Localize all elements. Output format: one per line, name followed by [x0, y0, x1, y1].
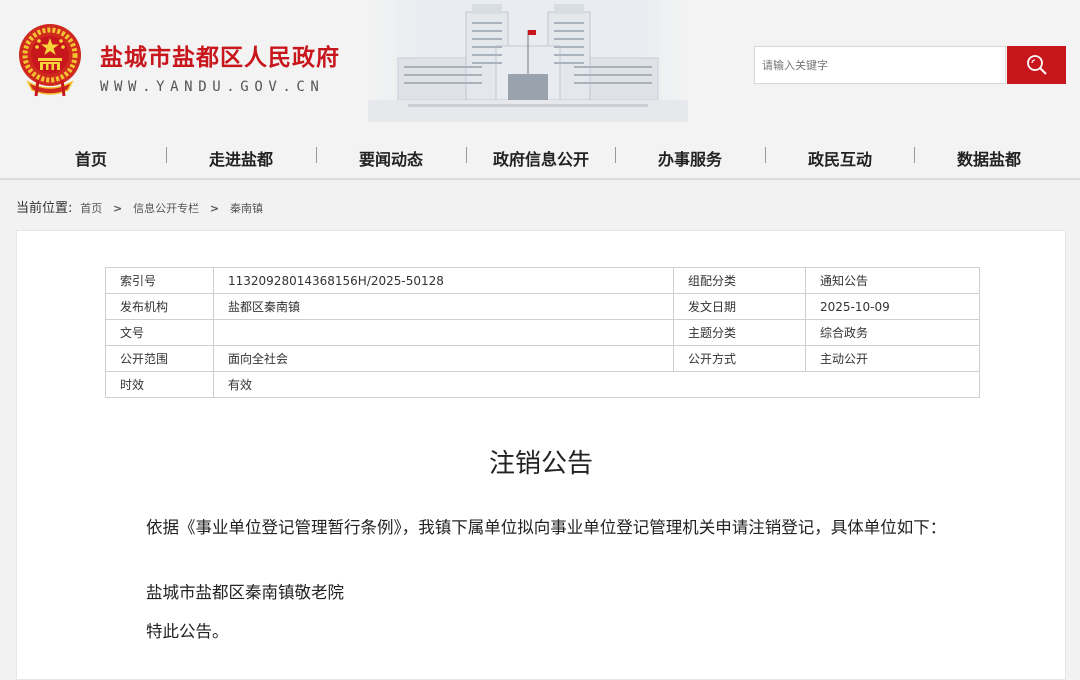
article-panel: 索引号 11320928014368156H/2025-50128 组配分类 通… [16, 230, 1066, 680]
site-name[interactable]: 盐城市盐都区人民政府 [100, 38, 340, 72]
site-domain: WWW.YANDU.GOV.CN [100, 79, 325, 95]
meta-key: 主题分类 [673, 319, 806, 346]
breadcrumb-separator: > [113, 202, 123, 215]
search-button[interactable] [1007, 46, 1066, 84]
meta-row: 时效 有效 [105, 371, 980, 398]
meta-value: 综合政务 [805, 319, 980, 346]
breadcrumb-home[interactable]: 首页 [80, 202, 102, 215]
meta-key: 公开方式 [673, 345, 806, 372]
meta-value: 通知公告 [805, 267, 980, 294]
nav-interaction[interactable]: 政民互动 [765, 146, 915, 170]
meta-row: 公开范围 面向全社会 公开方式 主动公开 [105, 345, 980, 372]
national-emblem-icon[interactable] [16, 22, 84, 98]
search-box [754, 46, 1006, 84]
meta-key: 文号 [105, 319, 214, 346]
search-input[interactable] [755, 47, 1002, 83]
government-building-image [368, 0, 688, 122]
article-paragraph: 依据《事业单位登记管理暂行条例》，我镇下属单位拟向事业单位登记管理机关申请注销登… [146, 518, 947, 537]
nav-data[interactable]: 数据盐都 [914, 146, 1064, 170]
meta-value: 11320928014368156H/2025-50128 [213, 267, 674, 294]
breadcrumb-separator: > [209, 202, 220, 215]
meta-key: 发布机构 [105, 293, 214, 320]
meta-value: 面向全社会 [213, 345, 674, 372]
search-icon [1026, 55, 1047, 75]
article-paragraph: 盐城市盐都区秦南镇敬老院 [146, 583, 344, 602]
meta-key: 公开范围 [105, 345, 214, 372]
breadcrumb-info-column[interactable]: 信息公开专栏 [133, 202, 199, 215]
meta-value: 2025-10-09 [805, 293, 980, 320]
meta-key: 索引号 [105, 267, 214, 294]
nav-home[interactable]: 首页 [16, 146, 166, 170]
nav-about[interactable]: 走进盐都 [166, 146, 316, 170]
meta-value [213, 319, 674, 346]
meta-value: 主动公开 [805, 345, 980, 372]
meta-row: 发布机构 盐都区秦南镇 发文日期 2025-10-09 [105, 293, 980, 320]
meta-row: 文号 主题分类 综合政务 [105, 319, 980, 346]
breadcrumb-label: 当前位置: [16, 201, 73, 216]
site-header: 盐城市盐都区人民政府 WWW.YANDU.GOV.CN [0, 0, 1080, 132]
meta-value: 盐都区秦南镇 [213, 293, 674, 320]
meta-key: 组配分类 [673, 267, 806, 294]
meta-key: 发文日期 [673, 293, 806, 320]
meta-row: 索引号 11320928014368156H/2025-50128 组配分类 通… [105, 267, 980, 294]
article-title: 注销公告 [488, 449, 593, 479]
nav-services[interactable]: 办事服务 [615, 146, 765, 170]
main-nav: 首页 走进盐都 要闻动态 政府信息公开 办事服务 政民互动 数据盐都 [0, 132, 1080, 180]
breadcrumb: 当前位置: 首页 > 信息公开专栏 > 秦南镇 [16, 197, 267, 216]
nav-gov-info[interactable]: 政府信息公开 [466, 146, 616, 170]
breadcrumb-current[interactable]: 秦南镇 [230, 202, 263, 215]
document-meta-table: 索引号 11320928014368156H/2025-50128 组配分类 通… [105, 267, 980, 398]
meta-value: 有效 [213, 371, 980, 398]
meta-key: 时效 [105, 371, 214, 398]
article-paragraph: 特此公告。 [146, 622, 229, 641]
nav-news[interactable]: 要闻动态 [316, 146, 466, 170]
